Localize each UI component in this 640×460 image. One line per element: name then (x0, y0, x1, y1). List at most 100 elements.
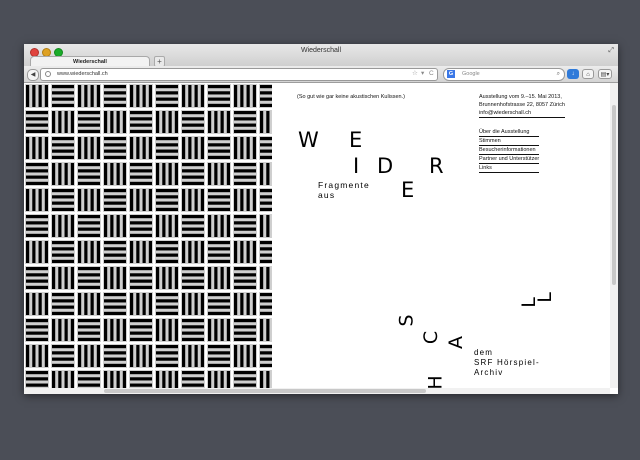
pattern-stripe (234, 377, 256, 381)
pattern-stripe (246, 85, 250, 107)
pattern-stripe (38, 189, 42, 211)
pattern-stripe (104, 97, 126, 101)
striped-pattern-image (24, 83, 272, 388)
pattern-stripe (200, 189, 204, 211)
search-engine-icon[interactable]: G (447, 70, 455, 78)
pattern-stripe (26, 267, 48, 271)
pattern-stripe (52, 155, 74, 159)
pattern-stripe (84, 189, 88, 211)
download-icon[interactable]: ↓ (567, 69, 579, 79)
pattern-stripe (104, 91, 126, 95)
home-icon[interactable]: ⌂ (582, 69, 594, 79)
subtitle-bottom: dem SRF Hörspiel- Archiv (474, 348, 540, 378)
reload-icon[interactable]: C (429, 69, 434, 79)
pattern-stripe (260, 111, 264, 133)
pattern-stripe (26, 233, 48, 237)
pattern-stripe (78, 189, 82, 211)
pattern-stripe (208, 305, 230, 309)
pattern-stripe (188, 85, 192, 107)
pattern-stripe (104, 149, 126, 153)
pattern-stripe (90, 293, 94, 315)
pattern-stripe (156, 189, 178, 193)
back-button[interactable]: ◀ (27, 69, 39, 81)
pattern-stripe (84, 137, 88, 159)
horizontal-scrollbar[interactable] (24, 388, 610, 394)
pattern-stripe (130, 169, 152, 173)
pattern-stripe (78, 285, 100, 289)
pattern-stripe (84, 85, 88, 107)
pattern-stripe (260, 195, 272, 199)
search-input[interactable]: Google (462, 70, 480, 79)
pattern-stripe (104, 293, 126, 297)
pattern-stripe (44, 85, 48, 107)
nav-link-partners[interactable]: Partner und Unterstützer (479, 155, 540, 164)
menu-icon[interactable]: ▤▾ (598, 69, 612, 79)
pattern-stripe (182, 129, 204, 133)
nav-link-about[interactable]: Über die Ausstellung (479, 128, 540, 137)
pattern-stripe (260, 299, 272, 303)
pattern-stripe (64, 371, 68, 388)
pattern-stripe (110, 319, 114, 341)
pattern-stripe (182, 325, 204, 329)
pattern-stripe (260, 201, 272, 205)
pattern-stripe (58, 111, 62, 133)
pattern-stripe (168, 267, 172, 289)
url-dropdown-icon[interactable]: ▾ (421, 69, 424, 79)
pattern-stripe (130, 337, 152, 341)
pattern-stripe (116, 267, 120, 289)
pattern-stripe (64, 215, 68, 237)
pattern-stripe (32, 241, 36, 263)
pattern-stripe (52, 241, 74, 245)
fullscreen-icon[interactable]: ⤢ (608, 47, 614, 55)
vertical-scrollbar[interactable] (610, 83, 618, 388)
pattern-stripe (26, 169, 48, 173)
pattern-stripe (182, 221, 204, 225)
pattern-stripe (246, 293, 250, 315)
bookmark-star-icon[interactable]: ☆ (412, 69, 418, 79)
pattern-stripe (214, 371, 218, 388)
pattern-stripe (182, 215, 204, 219)
pattern-stripe (52, 319, 56, 341)
pattern-stripe (148, 189, 152, 211)
pattern-stripe (104, 103, 126, 107)
pattern-stripe (260, 97, 272, 101)
pattern-stripe (260, 215, 264, 237)
pattern-stripe (26, 221, 48, 225)
url-bar[interactable]: www.wiederschall.ch ☆ ▾ C (40, 68, 438, 81)
horizontal-scroll-thumb[interactable] (104, 389, 426, 393)
pattern-stripe (156, 215, 160, 237)
pattern-stripe (104, 247, 126, 251)
pattern-stripe (78, 267, 100, 271)
pattern-stripe (104, 143, 126, 147)
pattern-stripe (78, 221, 100, 225)
pattern-stripe (182, 111, 204, 115)
vertical-scroll-thumb[interactable] (612, 105, 616, 285)
pattern-stripe (162, 319, 166, 341)
pattern-stripe (182, 377, 204, 381)
pattern-stripe (104, 311, 126, 315)
pattern-stripe (52, 91, 74, 95)
pattern-stripe (52, 293, 74, 297)
pattern-stripe (208, 155, 230, 159)
nav-link-visitor-info[interactable]: Besucherinformationen (479, 146, 540, 155)
pattern-stripe (52, 163, 56, 185)
pattern-stripe (220, 111, 224, 133)
pattern-stripe (104, 267, 108, 289)
pattern-stripe (90, 241, 94, 263)
pattern-stripe (130, 331, 152, 335)
pattern-stripe (148, 137, 152, 159)
search-bar[interactable]: G Google ⌕ (443, 68, 565, 81)
pattern-stripe (208, 241, 230, 245)
pattern-stripe (156, 267, 160, 289)
pattern-stripe (208, 319, 212, 341)
info-email-link[interactable]: info@wiederschall.ch (479, 109, 565, 118)
nav-link-links[interactable]: Links (479, 164, 540, 173)
nav-link-voices[interactable]: Stimmen (479, 137, 540, 146)
pattern-stripe (214, 111, 218, 133)
pattern-stripe (52, 189, 74, 193)
search-icon[interactable]: ⌕ (557, 69, 560, 79)
pattern-stripe (78, 233, 100, 237)
pattern-stripe (208, 207, 230, 211)
pattern-stripe (194, 293, 198, 315)
pattern-stripe (156, 195, 178, 199)
